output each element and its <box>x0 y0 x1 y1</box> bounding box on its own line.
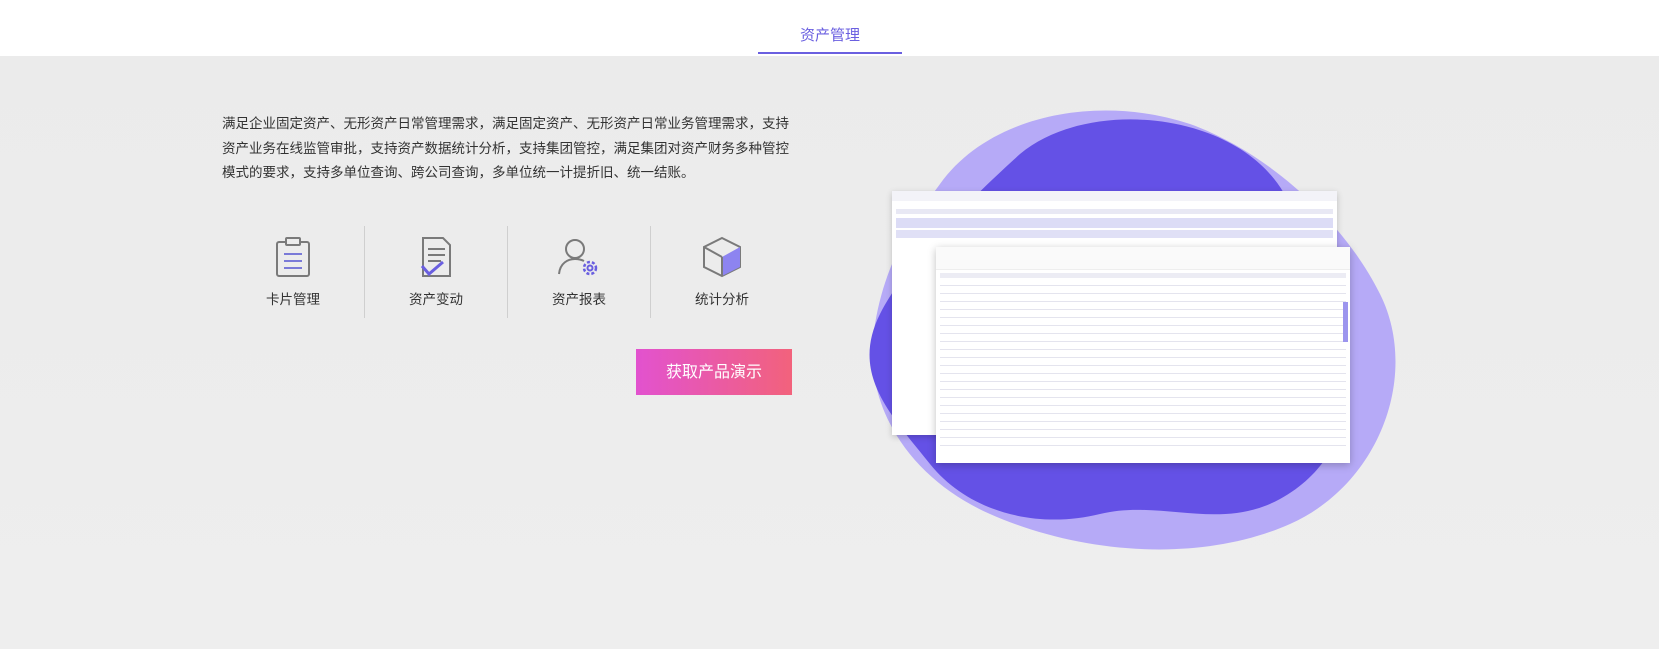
feature-label: 卡片管理 <box>266 292 320 308</box>
user-settings-icon <box>558 239 598 276</box>
clipboard-icon <box>276 237 310 277</box>
get-demo-button[interactable]: 获取产品演示 <box>636 349 792 395</box>
cube-icon <box>703 236 741 278</box>
feature-asset-report[interactable]: 资产报表 <box>508 226 650 318</box>
feature-card-management[interactable]: 卡片管理 <box>222 226 364 318</box>
feature-list: 卡片管理 资产变动 资产报表 统计分析 <box>222 226 792 318</box>
document-check-icon <box>420 237 451 277</box>
feature-asset-change[interactable]: 资产变动 <box>365 226 507 318</box>
tab-asset-management[interactable]: 资产管理 <box>758 0 902 56</box>
feature-label: 资产报表 <box>552 292 606 308</box>
feature-statistics[interactable]: 统计分析 <box>651 226 793 318</box>
feature-label: 统计分析 <box>695 292 749 308</box>
screenshot-asset-table <box>936 247 1350 463</box>
tab-bar: 资产管理 <box>0 0 1659 56</box>
tab-active-indicator <box>758 52 902 54</box>
product-description: 满足企业固定资产、无形资产日常管理需求，满足固定资产、无形资产日常业务管理需求，… <box>222 116 789 181</box>
feature-label: 资产变动 <box>409 292 463 308</box>
